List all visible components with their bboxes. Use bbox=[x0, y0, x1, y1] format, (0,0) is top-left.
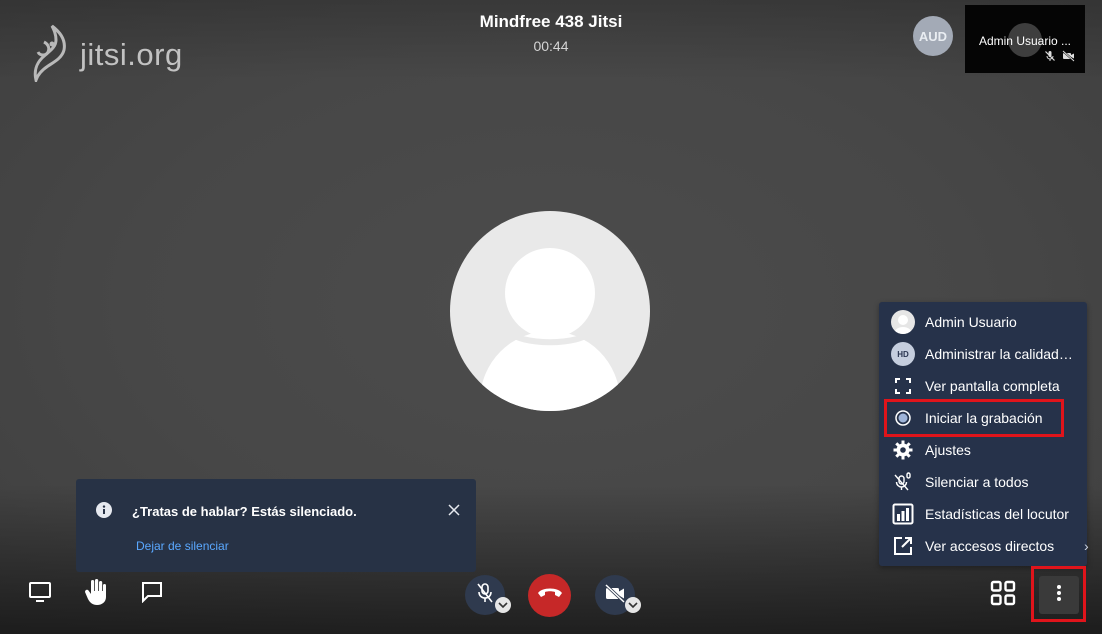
menu-item-label: Ver accesos directos bbox=[925, 538, 1055, 554]
menu-item-label: Estadísticas del locutor bbox=[925, 506, 1069, 522]
thumbnail-mic-muted-icon bbox=[1044, 49, 1056, 67]
menu-item-label: Ajustes bbox=[925, 442, 971, 458]
close-icon[interactable] bbox=[448, 503, 460, 521]
more-options-highlight-box bbox=[1031, 566, 1086, 622]
menu-item-label: Silenciar a todos bbox=[925, 474, 1029, 490]
chat-button[interactable] bbox=[138, 580, 166, 608]
menu-item-profile[interactable]: Admin Usuario bbox=[879, 306, 1087, 338]
chevron-down-icon[interactable] bbox=[495, 597, 511, 613]
default-avatar-icon bbox=[480, 248, 620, 411]
open-in-new-icon bbox=[891, 534, 915, 558]
screen-share-icon bbox=[28, 581, 52, 608]
unmute-link[interactable]: Dejar de silenciar bbox=[136, 539, 229, 553]
avatar-icon bbox=[891, 310, 915, 334]
menu-item-label: Admin Usuario bbox=[925, 314, 1017, 330]
gear-icon bbox=[891, 438, 915, 462]
audio-participant-avatar[interactable]: AUD bbox=[913, 16, 953, 56]
hangup-icon bbox=[537, 586, 563, 605]
menu-item-settings[interactable]: Ajustes bbox=[879, 434, 1087, 466]
menu-item-fullscreen[interactable]: Ver pantalla completa bbox=[879, 370, 1087, 402]
menu-item-shortcuts[interactable]: Ver accesos directos bbox=[879, 530, 1087, 562]
menu-item-label: Administrar la calidad… bbox=[925, 346, 1073, 362]
participant-avatar bbox=[450, 211, 650, 411]
menu-item-mute-everyone[interactable]: Silenciar a todos bbox=[879, 466, 1087, 498]
hangup-button[interactable] bbox=[528, 574, 571, 617]
microphone-button[interactable] bbox=[465, 575, 511, 615]
local-video-thumbnail[interactable]: Admin Usuario ... bbox=[965, 5, 1085, 73]
tile-view-button[interactable] bbox=[986, 578, 1020, 612]
thumbnail-camera-muted-icon bbox=[1062, 49, 1075, 67]
hd-icon: HD bbox=[891, 342, 915, 366]
menu-item-label: Ver pantalla completa bbox=[925, 378, 1060, 394]
raise-hand-button[interactable] bbox=[80, 578, 112, 610]
camera-muted-icon bbox=[604, 583, 626, 608]
notification-title: ¿Tratas de hablar? Estás silenciado. bbox=[132, 504, 357, 519]
info-icon bbox=[96, 502, 112, 523]
mute-everyone-icon bbox=[891, 470, 915, 494]
chevron-right-icon: › bbox=[1084, 538, 1089, 554]
screen-share-button[interactable] bbox=[24, 580, 56, 608]
chevron-down-icon[interactable] bbox=[625, 597, 641, 613]
chat-icon bbox=[141, 581, 163, 608]
camera-button[interactable] bbox=[595, 575, 641, 615]
fullscreen-icon bbox=[891, 374, 915, 398]
speaker-stats-icon bbox=[891, 502, 915, 526]
muted-notification: ¿Tratas de hablar? Estás silenciado. Dej… bbox=[76, 479, 476, 572]
thumbnail-name: Admin Usuario ... bbox=[978, 34, 1072, 48]
menu-item-video-quality[interactable]: HD Administrar la calidad… bbox=[879, 338, 1087, 370]
recording-highlight-box bbox=[884, 399, 1064, 437]
raise-hand-icon bbox=[83, 578, 109, 611]
microphone-muted-icon bbox=[475, 582, 495, 609]
tile-view-icon bbox=[990, 580, 1016, 611]
menu-item-speaker-stats[interactable]: Estadísticas del locutor bbox=[879, 498, 1087, 530]
